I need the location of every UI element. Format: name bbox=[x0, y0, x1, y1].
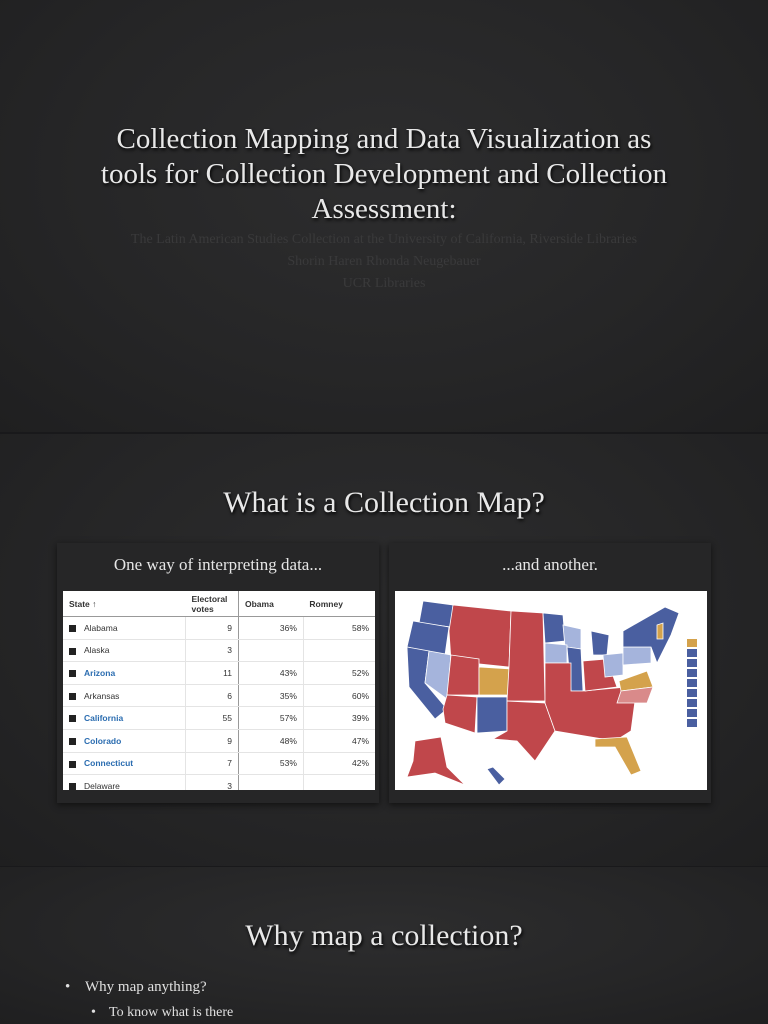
state-cell[interactable]: Connecticut bbox=[63, 752, 186, 776]
why-map-slide: Why map a collection? • Why map anything?… bbox=[0, 867, 768, 1024]
obama-cell: 48% bbox=[238, 729, 304, 753]
election-table-image: State ↑ Electoral votes Obama Romney Ala… bbox=[63, 591, 375, 790]
slide-title: Why map a collection? bbox=[245, 919, 523, 952]
state-shape-icon bbox=[69, 783, 76, 790]
subtitle: The Latin American Studies Collection at… bbox=[130, 232, 638, 247]
slide-title: What is a Collection Map? bbox=[223, 486, 545, 519]
romney-cell: 60% bbox=[303, 684, 375, 708]
state-name: Alaska bbox=[84, 645, 110, 656]
obama-cell: 53% bbox=[238, 752, 304, 776]
state-fl bbox=[594, 736, 642, 776]
state-cell[interactable]: California bbox=[63, 706, 186, 730]
state-cell: Alaska bbox=[63, 639, 186, 663]
state-nh bbox=[656, 622, 664, 640]
state-plains bbox=[506, 610, 546, 702]
state-name: Alabama bbox=[84, 622, 118, 633]
obama-cell: 35% bbox=[238, 684, 304, 708]
state-cell[interactable]: Colorado bbox=[63, 729, 186, 753]
bullet-text: To know what is there bbox=[109, 1005, 234, 1020]
panel-heading: ...and another. bbox=[502, 555, 598, 574]
table-row: Delaware 3 bbox=[63, 774, 375, 790]
romney-cell: 52% bbox=[303, 661, 375, 685]
bullet-icon: • bbox=[91, 1005, 96, 1020]
state-az bbox=[442, 694, 478, 734]
state-shape-icon bbox=[69, 692, 76, 700]
table-row: Connecticut 7 53% 42% bbox=[63, 752, 375, 776]
state-shape-icon bbox=[69, 625, 76, 633]
romney-cell: 47% bbox=[303, 729, 375, 753]
romney-cell: 42% bbox=[303, 752, 375, 776]
state-name: Arkansas bbox=[84, 690, 120, 701]
bullet-text: Why map anything? bbox=[85, 979, 207, 995]
state-shape-icon bbox=[69, 738, 76, 746]
presentation-title: Collection Mapping and Data Visualizatio… bbox=[100, 123, 668, 225]
state-name[interactable]: California bbox=[84, 713, 123, 723]
obama-cell: 43% bbox=[238, 661, 304, 685]
table-row: Colorado 9 48% 47% bbox=[63, 729, 375, 753]
state-co bbox=[478, 666, 512, 696]
organization: UCR Libraries bbox=[342, 276, 426, 291]
state-name: Delaware bbox=[84, 780, 120, 790]
us-election-map-image bbox=[395, 591, 707, 790]
authors: Shorin Haren Rhonda Neugebauer bbox=[287, 254, 481, 269]
table-row: California 55 57% 39% bbox=[63, 706, 375, 730]
bullet-icon: • bbox=[65, 979, 71, 995]
table-row: Alaska 3 bbox=[63, 639, 375, 663]
state-ak bbox=[406, 736, 466, 786]
table-panel: One way of interpreting data... State ↑ … bbox=[57, 543, 379, 803]
column-header-state: State ↑ bbox=[63, 591, 186, 617]
romney-cell bbox=[303, 774, 375, 790]
us-map bbox=[406, 600, 697, 786]
title-slide: Collection Mapping and Data Visualizatio… bbox=[0, 0, 768, 432]
state-shape-icon bbox=[69, 670, 76, 678]
table-row: Arizona 11 43% 52% bbox=[63, 661, 375, 685]
electoral-votes-cell: 55 bbox=[185, 706, 239, 730]
state-pa bbox=[622, 646, 652, 666]
column-header-electoral-votes: Electoral votes bbox=[185, 591, 239, 617]
table-row: Alabama 9 36% 58% bbox=[63, 616, 375, 640]
state-cell: Alabama bbox=[63, 616, 186, 640]
electoral-votes-cell: 9 bbox=[185, 616, 239, 640]
state-oh bbox=[602, 652, 624, 678]
column-header-romney: Romney bbox=[303, 591, 375, 617]
electoral-votes-cell: 3 bbox=[185, 639, 239, 663]
state-cell: Delaware bbox=[63, 774, 186, 790]
romney-cell: 39% bbox=[303, 706, 375, 730]
state-ut bbox=[446, 654, 480, 696]
electoral-votes-cell: 9 bbox=[185, 729, 239, 753]
romney-cell: 58% bbox=[303, 616, 375, 640]
state-nm bbox=[476, 696, 508, 734]
panel-heading: One way of interpreting data... bbox=[113, 555, 323, 574]
state-mn bbox=[542, 612, 566, 644]
state-name[interactable]: Connecticut bbox=[84, 758, 133, 768]
state-shape-icon bbox=[69, 647, 76, 655]
obama-cell: 36% bbox=[238, 616, 304, 640]
state-mi bbox=[590, 630, 610, 656]
column-header-obama: Obama bbox=[238, 591, 304, 617]
collection-map-slide: What is a Collection Map? One way of int… bbox=[0, 434, 768, 866]
obama-cell bbox=[238, 639, 304, 663]
sub-bullet-item: • To know what is there bbox=[91, 1005, 234, 1021]
election-table: State ↑ Electoral votes Obama Romney Ala… bbox=[63, 591, 375, 790]
electoral-votes-cell: 3 bbox=[185, 774, 239, 790]
state-cell: Arkansas bbox=[63, 684, 186, 708]
romney-cell bbox=[303, 639, 375, 663]
state-ia bbox=[544, 642, 568, 664]
state-shape-icon bbox=[69, 715, 76, 723]
electoral-votes-cell: 7 bbox=[185, 752, 239, 776]
state-shape-icon bbox=[69, 760, 76, 768]
obama-cell bbox=[238, 774, 304, 790]
obama-cell: 57% bbox=[238, 706, 304, 730]
state-name[interactable]: Arizona bbox=[84, 668, 115, 678]
state-cell[interactable]: Arizona bbox=[63, 661, 186, 685]
state-hi bbox=[486, 766, 506, 786]
map-panel: ...and another. bbox=[389, 543, 711, 803]
electoral-votes-cell: 6 bbox=[185, 684, 239, 708]
map-legend bbox=[687, 639, 697, 727]
bullet-item: • Why map anything? bbox=[65, 979, 207, 996]
state-name[interactable]: Colorado bbox=[84, 736, 121, 746]
electoral-votes-cell: 11 bbox=[185, 661, 239, 685]
table-row: Arkansas 6 35% 60% bbox=[63, 684, 375, 708]
